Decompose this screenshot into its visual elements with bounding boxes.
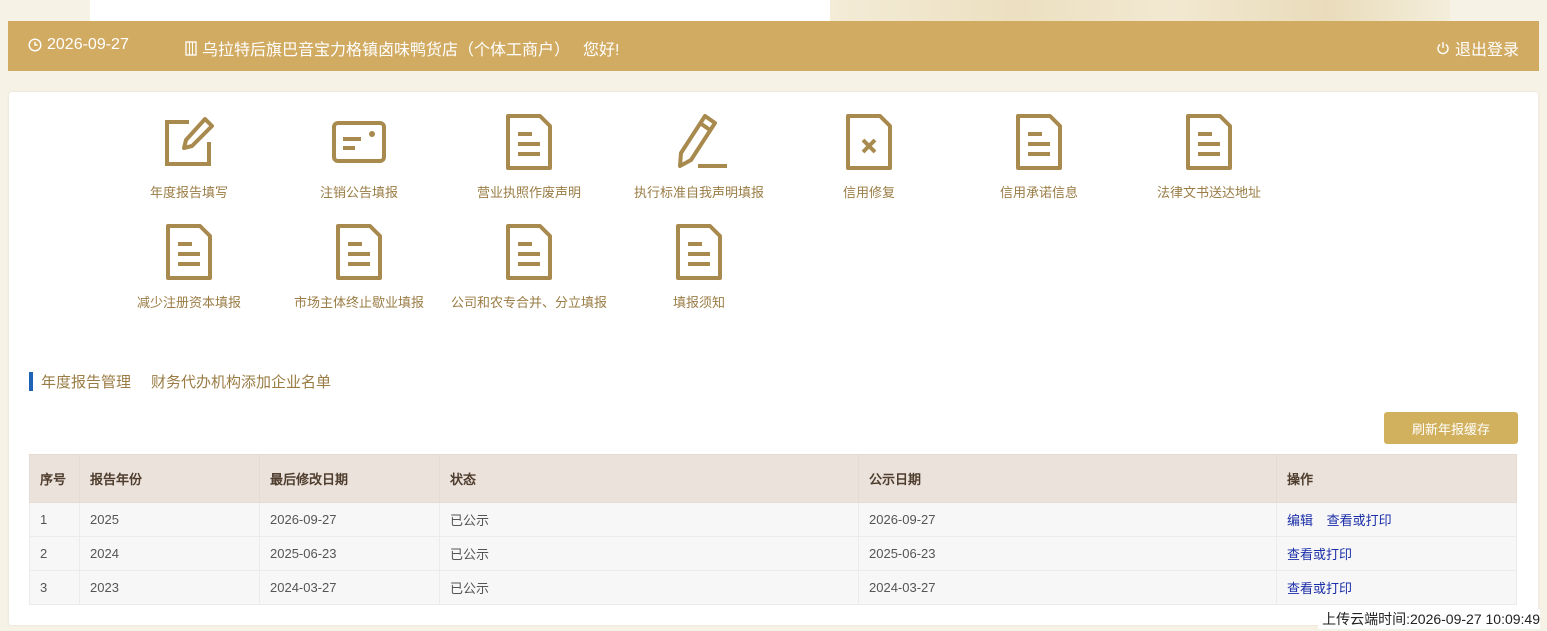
edit-icon <box>165 117 214 166</box>
func-license-void[interactable]: 营业执照作废声明 <box>444 112 614 201</box>
func-label: 营业执照作废声明 <box>476 185 581 200</box>
table-row: 1 2025 2026-09-27 已公示 2026-09-27 编辑 查看或打… <box>29 502 1517 537</box>
view-print-link[interactable]: 查看或打印 <box>1327 513 1392 528</box>
annual-report-table: 序号 报告年份 最后修改日期 状态 公示日期 操作 1 2025 2026-09… <box>29 454 1517 605</box>
func-instructions[interactable]: 填报须知 <box>614 222 784 311</box>
company-name: 乌拉特后旗巴音宝力格镇卤味鸭货店（个体工商户） <box>202 42 571 59</box>
cell-no: 2 <box>29 536 80 571</box>
table-row: 3 2023 2024-03-27 已公示 2024-03-27 查看或打印 <box>29 570 1517 605</box>
func-credit-repair[interactable]: 信用修复 <box>784 112 954 201</box>
pencil-icon <box>678 114 727 168</box>
func-label: 减少注册资本填报 <box>136 295 241 310</box>
cell-status: 已公示 <box>439 502 859 537</box>
func-label: 填报须知 <box>672 295 725 310</box>
logout-button[interactable]: 退出登录 <box>1436 36 1519 60</box>
header-bar: 2026-09-27 乌拉特后旗巴音宝力格镇卤味鸭货店（个体工商户） 您好! 退… <box>8 21 1539 71</box>
clock-icon <box>28 38 42 52</box>
table-row: 2 2024 2025-06-23 已公示 2025-06-23 查看或打印 <box>29 536 1517 571</box>
cell-status: 已公示 <box>439 570 859 605</box>
header-date: 2026-09-27 <box>28 36 129 54</box>
func-label: 公司和农专合并、分立填报 <box>450 295 607 310</box>
col-header-published: 公示日期 <box>858 454 1277 503</box>
cell-year: 2024 <box>79 536 260 571</box>
document-icon <box>336 224 382 280</box>
col-header-actions: 操作 <box>1276 454 1517 503</box>
func-label: 信用修复 <box>842 185 895 200</box>
col-header-no: 序号 <box>29 454 80 503</box>
func-annual-report[interactable]: 年度报告填写 <box>104 112 274 201</box>
cell-no: 1 <box>29 502 80 537</box>
cell-actions: 查看或打印 <box>1276 536 1517 571</box>
col-header-status: 状态 <box>439 454 859 503</box>
func-merge-split[interactable]: 公司和农专合并、分立填报 <box>444 222 614 311</box>
upload-time: 上传云端时间:2026-09-27 10:09:49 <box>1318 609 1540 629</box>
func-label: 年度报告填写 <box>149 185 228 200</box>
func-standard-declaration[interactable]: 执行标准自我声明填报 <box>614 112 784 201</box>
card-icon <box>332 121 386 163</box>
tab-agency-company-list[interactable]: 财务代办机构添加企业名单 <box>151 371 331 392</box>
col-header-year: 报告年份 <box>79 454 260 503</box>
cell-published: 2024-03-27 <box>858 570 1277 605</box>
cell-no: 3 <box>29 570 80 605</box>
cell-published: 2025-06-23 <box>858 536 1277 571</box>
document-icon <box>506 114 552 170</box>
cell-status: 已公示 <box>439 536 859 571</box>
func-label: 信用承诺信息 <box>999 185 1078 200</box>
document-icon <box>1016 114 1062 170</box>
cell-actions: 查看或打印 <box>1276 570 1517 605</box>
top-banner <box>0 0 1547 21</box>
section-tabs: 年度报告管理 财务代办机构添加企业名单 <box>29 372 331 391</box>
banner-decoration <box>830 0 1450 21</box>
table-header-row: 序号 报告年份 最后修改日期 状态 公示日期 操作 <box>29 454 1517 503</box>
company-greeting: 乌拉特后旗巴音宝力格镇卤味鸭货店（个体工商户） 您好! <box>185 36 619 60</box>
document-icon <box>676 224 722 280</box>
building-icon <box>185 40 197 56</box>
cell-published: 2026-09-27 <box>858 502 1277 537</box>
func-credit-commitment[interactable]: 信用承诺信息 <box>954 112 1124 201</box>
func-terminate-business[interactable]: 市场主体终止歇业填报 <box>274 222 444 311</box>
func-label: 执行标准自我声明填报 <box>633 185 764 200</box>
cell-year: 2025 <box>79 502 260 537</box>
tab-annual-report-management[interactable]: 年度报告管理 <box>41 371 131 392</box>
document-icon <box>1186 114 1232 170</box>
document-icon <box>506 224 552 280</box>
document-icon <box>166 224 212 280</box>
func-reduce-capital[interactable]: 减少注册资本填报 <box>104 222 274 311</box>
power-icon <box>1437 42 1449 55</box>
edit-link[interactable]: 编辑 <box>1287 513 1313 528</box>
logout-label: 退出登录 <box>1454 42 1519 59</box>
func-label: 注销公告填报 <box>319 185 398 200</box>
cell-actions: 编辑 查看或打印 <box>1276 502 1517 537</box>
banner-white-area <box>90 0 830 21</box>
cell-modified: 2026-09-27 <box>259 502 440 537</box>
view-print-link[interactable]: 查看或打印 <box>1287 547 1352 562</box>
cell-modified: 2025-06-23 <box>259 536 440 571</box>
func-label: 法律文书送达地址 <box>1156 185 1261 200</box>
func-cancellation-notice[interactable]: 注销公告填报 <box>274 112 444 201</box>
func-label: 市场主体终止歇业填报 <box>293 295 424 310</box>
refresh-cache-button[interactable]: 刷新年报缓存 <box>1384 412 1518 444</box>
document-x-icon <box>846 114 892 170</box>
date-text: 2026-09-27 <box>47 36 129 53</box>
col-header-modified: 最后修改日期 <box>259 454 440 503</box>
cell-year: 2023 <box>79 570 260 605</box>
view-print-link[interactable]: 查看或打印 <box>1287 581 1352 596</box>
greeting-text: 您好! <box>583 42 620 59</box>
main-card: 年度报告填写 注销公告填报 营业执照作废声明 执行标准自我声明填报 信用修复 信… <box>9 92 1538 625</box>
func-legal-address[interactable]: 法律文书送达地址 <box>1124 112 1294 201</box>
cell-modified: 2024-03-27 <box>259 570 440 605</box>
